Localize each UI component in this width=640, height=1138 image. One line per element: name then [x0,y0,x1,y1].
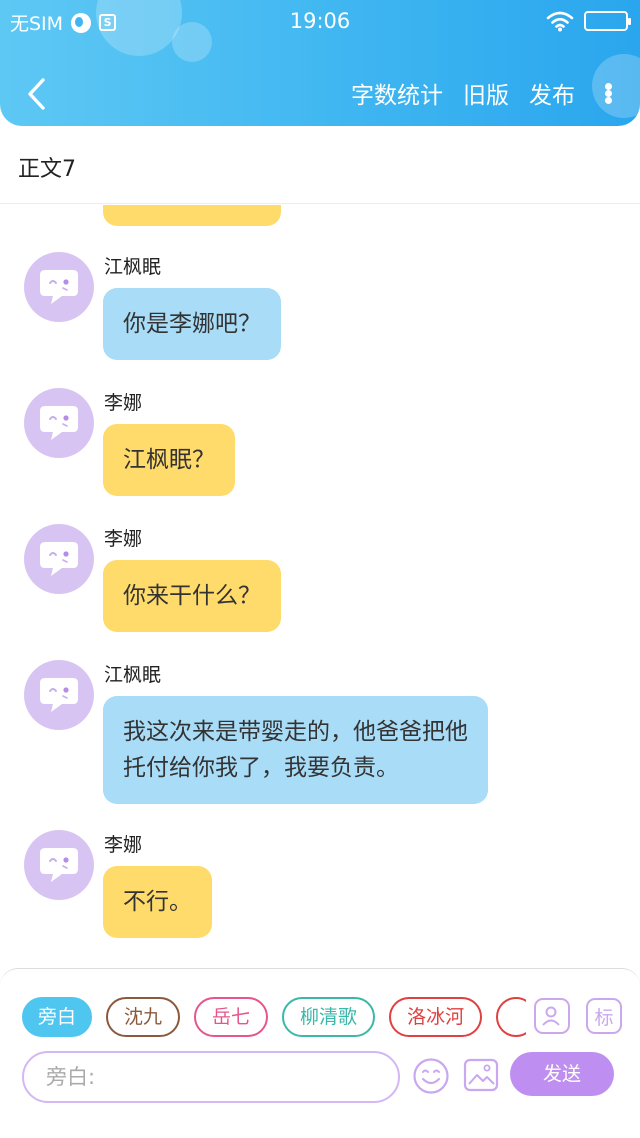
publish-button[interactable]: 发布 [529,76,575,110]
status-time: 19:06 [289,9,351,33]
composer-panel: 旁白 沈九 岳七 柳清歌 洛冰河 标 发送 [0,968,640,1138]
chat-list[interactable]: 江枫眠 你是李娜吧？ 李娜 江枫眠？ 李娜 你来干什么？ 江枫眠 我这次来是带婴… [0,205,640,970]
tag-icon[interactable]: 标 [586,998,622,1034]
avatar[interactable] [24,660,94,730]
nav-actions: 字数统计 旧版 发布 [351,76,612,110]
chat-bubble[interactable]: 不行。 [103,866,212,938]
send-button[interactable]: 发送 [510,1052,614,1096]
character-chip[interactable]: 沈九 [106,997,181,1037]
chat-bubble[interactable]: 江枫眠？ [103,424,235,496]
character-chip-partial[interactable] [496,997,526,1037]
chat-bubble-face-icon [40,542,78,576]
avatar[interactable] [24,388,94,458]
message-input-wrapper [22,1051,400,1103]
nav-bar: 字数统计 旧版 发布 [0,60,640,126]
sender-name: 李娜 [104,528,143,550]
battery-icon [584,11,631,31]
sender-name: 江枫眠 [104,664,162,686]
chat-bubble-face-icon [40,848,78,882]
word-count-button[interactable]: 字数统计 [351,76,443,110]
character-chip[interactable]: 洛冰河 [389,997,483,1037]
sender-name: 江枫眠 [104,256,162,278]
header: 无SIM S 19:06 字数统计 旧版 发布 [0,0,640,126]
wifi-icon [546,11,574,32]
chat-bubble-line: 我这次来是带婴走的，他爸爸把他 [123,719,468,745]
chat-bubble-face-icon [40,270,78,304]
app-screen: 无SIM S 19:06 字数统计 旧版 发布 正文7 江枫眠 你是李娜吧？ 李… [0,0,640,1138]
status-bar: 无SIM S 19:06 [0,0,640,44]
avatar[interactable] [24,830,94,900]
character-chip-narrator[interactable]: 旁白 [22,997,93,1037]
more-options-icon[interactable] [605,82,612,104]
chat-bubble[interactable]: 你是李娜吧？ [103,288,281,360]
page-title[interactable]: 正文7 [18,151,76,183]
chat-bubble[interactable]: 你来干什么？ [103,560,281,632]
chat-bubble-face-icon [40,678,78,712]
character-chip[interactable]: 柳清歌 [282,997,376,1037]
chat-bubble-line: 托付给你我了，我要负责。 [123,755,399,781]
back-button[interactable] [16,72,56,116]
image-icon[interactable] [463,1057,499,1093]
old-version-button[interactable]: 旧版 [463,76,509,110]
chat-bubble-partial[interactable] [103,205,281,226]
emoji-icon[interactable] [412,1057,450,1095]
sender-name: 李娜 [104,392,143,414]
avatar[interactable] [24,524,94,594]
avatar[interactable] [24,252,94,322]
message-input[interactable] [46,1053,386,1101]
chevron-left-icon [28,78,45,110]
character-manage-icon[interactable] [534,998,570,1034]
chat-bubble[interactable]: 我这次来是带婴走的，他爸爸把他 托付给你我了，我要负责。 [103,696,488,804]
character-chip[interactable]: 岳七 [194,997,269,1037]
sender-name: 李娜 [104,834,143,856]
character-selector: 旁白 沈九 岳七 柳清歌 洛冰河 [22,997,526,1039]
status-right [546,10,631,32]
person-icon [542,1006,560,1026]
title-bar: 正文7 [0,126,640,204]
chat-bubble-face-icon [40,406,78,440]
